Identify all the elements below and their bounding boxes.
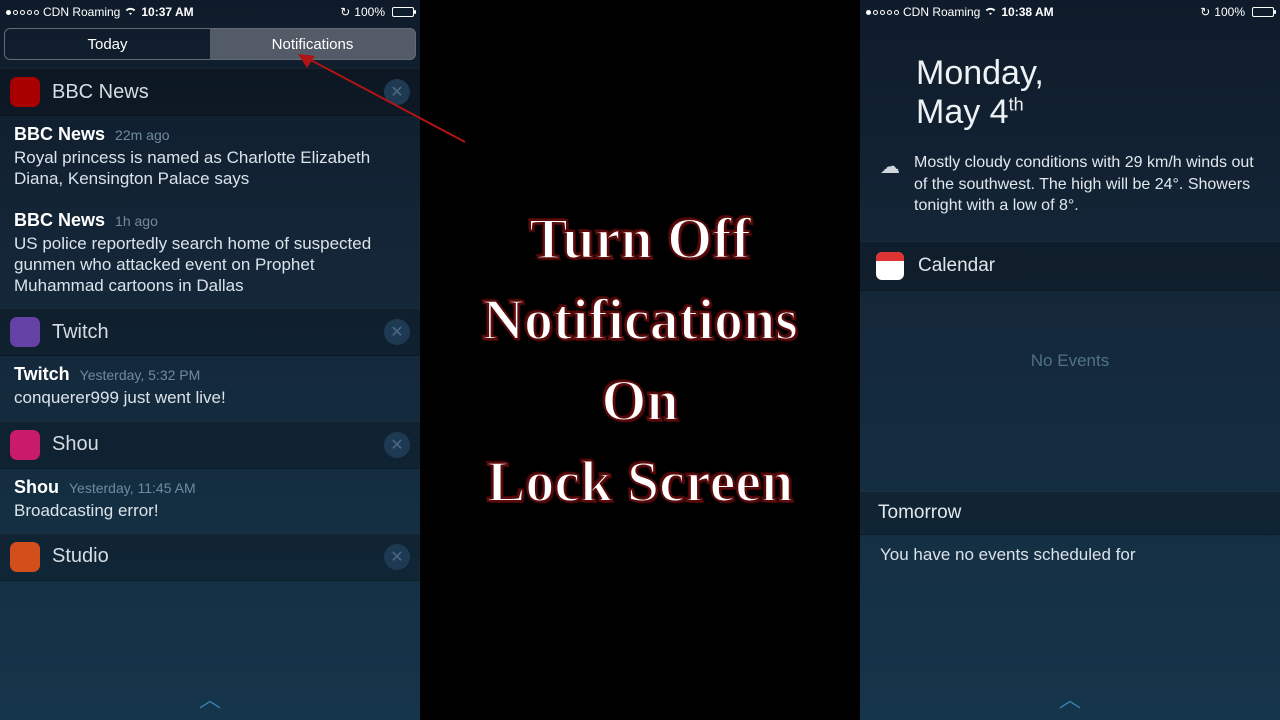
battery-percent: 100% xyxy=(354,5,385,19)
weekday: Monday, xyxy=(916,54,1260,93)
app-icon xyxy=(10,542,40,572)
wifi-icon xyxy=(124,5,137,19)
grabber-handle-icon[interactable]: ︿ xyxy=(199,682,221,714)
notification-body: conquerer999 just went live! xyxy=(14,387,406,408)
group-title: Twitch xyxy=(52,321,384,344)
notification-sender: Shou xyxy=(14,477,59,498)
title-line: Notifications xyxy=(482,287,798,352)
overlay-title: Turn Off Notifications On Lock Screen xyxy=(420,0,860,720)
month-day: May 4 xyxy=(916,93,1009,131)
group-title: BBC News xyxy=(52,81,384,104)
notification-time: 1h ago xyxy=(115,213,158,229)
dismiss-group-button[interactable]: ✕ xyxy=(384,319,410,345)
app-icon xyxy=(10,430,40,460)
wifi-icon xyxy=(984,5,997,19)
notification-sender: BBC News xyxy=(14,210,105,231)
segmented-control[interactable]: Today Notifications xyxy=(4,28,416,60)
ordinal: th xyxy=(1009,95,1024,115)
tomorrow-section-header[interactable]: Tomorrow xyxy=(860,491,1280,535)
tomorrow-body: You have no events scheduled for xyxy=(860,535,1280,575)
date-heading: Monday, May 4th xyxy=(860,24,1280,152)
calendar-icon xyxy=(876,252,904,280)
notification-item[interactable]: Shou Yesterday, 11:45 AM Broadcasting erro… xyxy=(0,469,420,533)
tab-today[interactable]: Today xyxy=(5,29,210,59)
status-time: 10:38 AM xyxy=(1001,5,1053,19)
battery-icon xyxy=(392,7,414,17)
notification-item[interactable]: Twitch Yesterday, 5:32 PM conquerer999 jus… xyxy=(0,356,420,420)
app-icon xyxy=(10,317,40,347)
notification-body: Royal princess is named as Charlotte Eli… xyxy=(14,147,406,190)
tab-notifications[interactable]: Notifications xyxy=(210,29,415,59)
phone-notifications-view: CDN Roaming 10:37 AM ↻ 100% Today Notifi… xyxy=(0,0,420,720)
dismiss-group-button[interactable]: ✕ xyxy=(384,432,410,458)
rotation-lock-icon: ↻ xyxy=(340,5,350,19)
title-line: Turn Off xyxy=(529,206,751,271)
notification-sender: Twitch xyxy=(14,364,70,385)
grabber-handle-icon[interactable]: ︿ xyxy=(1059,682,1081,714)
dismiss-group-button[interactable]: ✕ xyxy=(384,544,410,570)
no-events-label: No Events xyxy=(860,291,1280,491)
battery-percent: 100% xyxy=(1214,5,1245,19)
notification-item[interactable]: BBC News 1h ago US police reportedly searc… xyxy=(0,202,420,309)
notification-item[interactable]: BBC News 22m ago Royal princess is named a… xyxy=(0,116,420,202)
status-bar: CDN Roaming 10:37 AM ↻ 100% xyxy=(0,0,420,24)
group-title: Shou xyxy=(52,433,384,456)
calendar-section-header[interactable]: Calendar xyxy=(860,241,1280,291)
cloud-icon: ☁ xyxy=(880,154,900,217)
rotation-lock-icon: ↻ xyxy=(1200,5,1210,19)
notification-time: Yesterday, 11:45 AM xyxy=(69,480,196,496)
notification-group-header[interactable]: Twitch✕ xyxy=(0,308,420,356)
weather-text: Mostly cloudy conditions with 29 km/h wi… xyxy=(914,152,1260,217)
carrier-label: CDN Roaming xyxy=(43,5,120,19)
group-title: Studio xyxy=(52,545,384,568)
phone-today-view: CDN Roaming 10:38 AM ↻ 100% Monday, May … xyxy=(860,0,1280,720)
notification-sender: BBC News xyxy=(14,124,105,145)
cellular-signal-icon xyxy=(6,10,39,15)
battery-icon xyxy=(1252,7,1274,17)
status-bar: CDN Roaming 10:38 AM ↻ 100% xyxy=(860,0,1280,24)
notification-time: 22m ago xyxy=(115,127,169,143)
notification-group-header[interactable]: Studio✕ xyxy=(0,533,420,581)
notification-body: Broadcasting error! xyxy=(14,500,406,521)
notification-time: Yesterday, 5:32 PM xyxy=(80,367,201,383)
title-line: Lock Screen xyxy=(487,449,794,514)
app-icon xyxy=(10,77,40,107)
calendar-label: Calendar xyxy=(918,255,995,277)
status-time: 10:37 AM xyxy=(141,5,193,19)
weather-summary: ☁ Mostly cloudy conditions with 29 km/h … xyxy=(860,152,1280,241)
dismiss-group-button[interactable]: ✕ xyxy=(384,79,410,105)
notification-group-header[interactable]: BBC News✕ xyxy=(0,68,420,116)
cellular-signal-icon xyxy=(866,10,899,15)
title-line: On xyxy=(601,368,678,433)
notification-group-header[interactable]: Shou✕ xyxy=(0,421,420,469)
carrier-label: CDN Roaming xyxy=(903,5,980,19)
notification-body: US police reportedly search home of susp… xyxy=(14,233,406,297)
